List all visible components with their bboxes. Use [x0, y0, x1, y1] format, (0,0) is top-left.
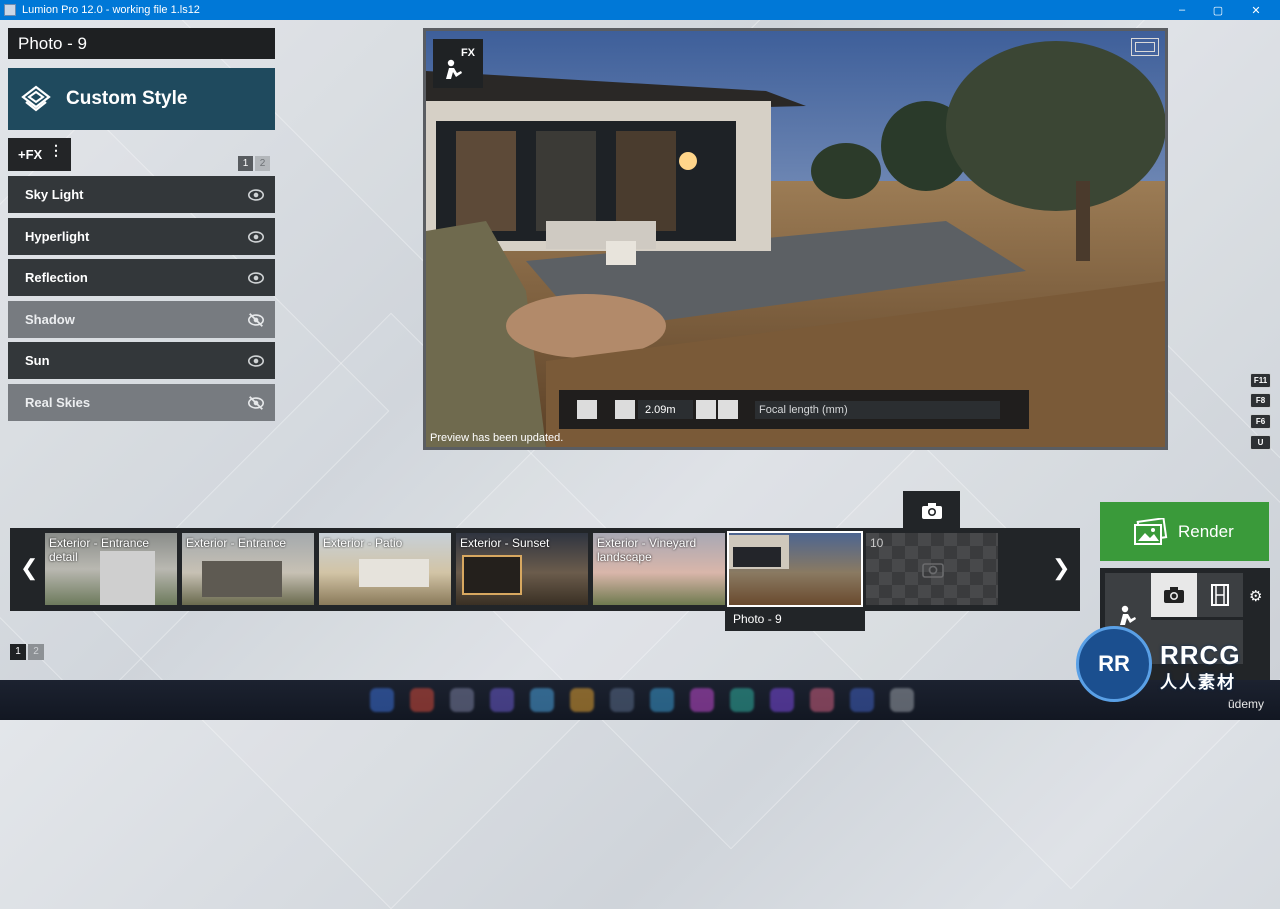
render-label: Render	[1178, 521, 1234, 541]
more-menu-icon[interactable]: ⋮	[49, 143, 63, 157]
fullscreen-icon[interactable]	[1131, 38, 1159, 56]
effect-label: Real Skies	[25, 395, 91, 410]
maximize-button[interactable]: ▢	[1200, 0, 1236, 20]
effect-reflection[interactable]: Reflection	[8, 259, 275, 296]
slot-number: 10	[870, 536, 884, 550]
effect-shadow[interactable]: Shadow	[8, 301, 275, 338]
filmstrip-page-2[interactable]: 2	[28, 644, 44, 660]
minimize-button[interactable]: –	[1164, 0, 1200, 20]
custom-style-label: Custom Style	[66, 88, 188, 109]
movie-mode-film-icon[interactable]	[1197, 573, 1243, 617]
key-f11-button[interactable]: F11	[1250, 373, 1271, 388]
image-stack-icon	[1134, 517, 1168, 545]
thumbnail-caption: Exterior - Entrance detail	[49, 536, 150, 564]
custom-style-button[interactable]: Custom Style	[8, 68, 275, 130]
preview-status: Preview has been updated.	[430, 432, 564, 444]
chevron-right-icon[interactable]: ❯	[1052, 555, 1070, 581]
taskbar-app-icon[interactable]	[610, 688, 634, 712]
camera-swap-icon[interactable]	[577, 400, 597, 419]
worker-icon	[446, 59, 462, 79]
taskbar-app-icon[interactable]	[370, 688, 394, 712]
effect-sky-light[interactable]: Sky Light	[8, 176, 275, 213]
window-titlebar: Lumion Pro 12.0 - working file 1.ls12 – …	[0, 0, 1280, 20]
key-u-button[interactable]: U	[1250, 435, 1271, 450]
taskbar-app-icon[interactable]	[770, 688, 794, 712]
take-photo-button[interactable]	[903, 491, 960, 528]
close-button[interactable]: ✕	[1238, 0, 1274, 20]
taskbar-app-icon[interactable]	[730, 688, 754, 712]
taskbar-app-icon[interactable]	[890, 688, 914, 712]
effect-sun[interactable]: Sun	[8, 342, 275, 379]
camera-height-value: 2.09m	[645, 404, 676, 416]
key-f6-button[interactable]: F6	[1250, 414, 1271, 429]
effect-page-2[interactable]: 2	[255, 156, 270, 171]
add-fx-button[interactable]: +FX ⋮	[8, 138, 71, 171]
focal-length-label: Focal length (mm)	[759, 404, 848, 416]
camera-icon	[922, 563, 944, 578]
fx-badge[interactable]: FX	[433, 39, 483, 88]
effect-label: Reflection	[25, 270, 88, 285]
photo-title: Photo - 9	[8, 28, 275, 59]
filmstrip-pager: 1 2	[10, 644, 44, 660]
scene-image	[426, 31, 1165, 447]
taskbar-app-icon[interactable]	[450, 688, 474, 712]
taskbar-app-icon[interactable]	[690, 688, 714, 712]
taskbar-app-icon[interactable]	[570, 688, 594, 712]
thumbnail-caption: Exterior - Vineyard landscape	[597, 536, 697, 564]
effect-real-skies[interactable]: Real Skies	[8, 384, 275, 421]
render-button[interactable]: Render	[1100, 502, 1269, 561]
effect-label: Hyperlight	[25, 229, 90, 244]
taskbar-app-icon[interactable]	[650, 688, 674, 712]
photo-thumbnail[interactable]: Exterior - Patio	[319, 533, 451, 605]
focal-length-slider[interactable]: Focal length (mm)	[755, 401, 1000, 419]
render-preview[interactable]	[423, 28, 1168, 450]
thumbnail-caption: Exterior - Sunset	[460, 536, 550, 550]
effect-label: Sun	[25, 353, 50, 368]
rrcg-logo: RR	[1076, 626, 1152, 702]
effect-label: Sky Light	[25, 187, 84, 202]
taskbar-app-icon[interactable]	[490, 688, 514, 712]
add-fx-label: +FX	[18, 147, 43, 162]
photo-mode-camera-icon[interactable]	[1151, 573, 1197, 617]
watermark-text: RRCG	[1160, 640, 1241, 670]
udemy-watermark: ūdemy	[1228, 697, 1265, 711]
thumbnail-caption: Exterior - Patio	[323, 536, 403, 550]
height-down-icon[interactable]	[696, 400, 716, 419]
eye-icon[interactable]	[247, 269, 265, 287]
eye-off-icon[interactable]	[247, 394, 265, 412]
height-up-icon[interactable]	[718, 400, 738, 419]
effect-label: Shadow	[25, 312, 75, 327]
effect-pager: 1 2	[238, 156, 270, 171]
selected-photo-label: Photo - 9	[725, 607, 865, 631]
taskbar-app-icon[interactable]	[850, 688, 874, 712]
video-camera-icon[interactable]	[615, 400, 635, 419]
thumbnail-caption: Exterior - Entrance	[186, 536, 287, 550]
key-f8-button[interactable]: F8	[1250, 393, 1271, 408]
photo-thumbnail[interactable]: Exterior - Entrance detail	[45, 533, 177, 605]
eye-icon[interactable]	[247, 352, 265, 370]
filmstrip-page-1[interactable]: 1	[10, 644, 26, 660]
settings-icon[interactable]: ⚙	[1249, 587, 1262, 605]
watermark-subtext: 人人素材	[1160, 673, 1236, 692]
photo-thumbnail-selected[interactable]	[727, 531, 863, 607]
camera-icon	[922, 503, 942, 519]
layers-icon	[21, 85, 51, 112]
effect-page-1[interactable]: 1	[238, 156, 253, 171]
eye-icon[interactable]	[247, 228, 265, 246]
window-title: Lumion Pro 12.0 - working file 1.ls12	[22, 4, 200, 16]
app-icon	[4, 4, 16, 16]
taskbar-app-icon[interactable]	[530, 688, 554, 712]
taskbar-app-icon[interactable]	[810, 688, 834, 712]
eye-icon[interactable]	[247, 186, 265, 204]
photo-thumbnail[interactable]: Exterior - Vineyard landscape	[593, 533, 725, 605]
effect-hyperlight[interactable]: Hyperlight	[8, 218, 275, 255]
empty-photo-slot[interactable]: 10	[866, 533, 998, 605]
eye-off-icon[interactable]	[247, 311, 265, 329]
photo-thumbnail[interactable]: Exterior - Entrance	[182, 533, 314, 605]
photo-thumbnail[interactable]: Exterior - Sunset	[456, 533, 588, 605]
chevron-left-icon[interactable]: ❮	[20, 555, 38, 581]
taskbar-app-icon[interactable]	[410, 688, 434, 712]
